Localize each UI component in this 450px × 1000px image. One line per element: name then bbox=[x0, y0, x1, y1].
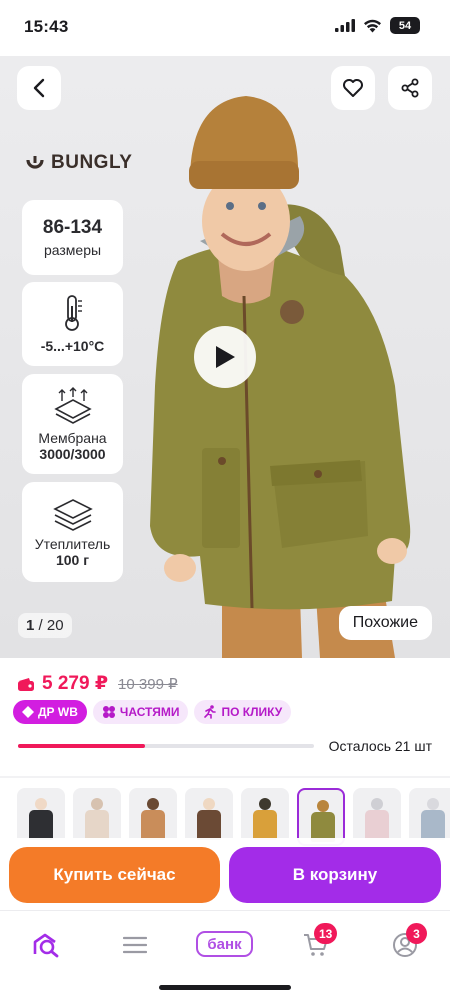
home-search-icon bbox=[33, 933, 59, 958]
thumbnail-coat bbox=[421, 810, 445, 840]
product-gallery[interactable]: BUNGLY 86-134 размеры -5...+10°C Мембран… bbox=[0, 56, 450, 658]
status-bar: 15:43 54 bbox=[0, 0, 450, 56]
bottom-tab-bar: банк 13 3 bbox=[0, 910, 450, 1000]
cellular-signal-icon bbox=[335, 19, 355, 32]
thumbnail-coat bbox=[197, 810, 221, 840]
image-counter: 1 / 20 bbox=[18, 613, 72, 638]
thumbnail-head bbox=[427, 798, 439, 810]
brand-logo[interactable]: BUNGLY bbox=[26, 152, 132, 174]
battery-indicator: 54 bbox=[390, 17, 420, 34]
badge-dr-wb-label: ДР WB bbox=[38, 705, 78, 719]
brand-name: BUNGLY bbox=[51, 152, 133, 173]
stock-remaining: Осталось 21 шт bbox=[328, 738, 432, 754]
thumbnail-coat bbox=[253, 810, 277, 840]
play-icon bbox=[216, 346, 235, 368]
add-to-cart-button[interactable]: В корзину bbox=[229, 847, 441, 903]
brand-mark-icon bbox=[26, 156, 44, 169]
thumbnail-head bbox=[259, 798, 271, 810]
feature-temperature-caption: -5...+10°C bbox=[40, 338, 105, 354]
insulation-icon bbox=[52, 498, 93, 531]
feature-sizes-caption: размеры bbox=[43, 242, 102, 258]
image-counter-total: / 20 bbox=[38, 617, 64, 634]
heart-icon bbox=[343, 79, 363, 97]
thermometer-icon bbox=[64, 295, 82, 331]
feature-sizes: 86-134 размеры bbox=[22, 200, 123, 275]
status-icons: 54 bbox=[335, 17, 420, 34]
buy-now-button[interactable]: Купить сейчас bbox=[9, 847, 220, 903]
badge-installments-label: ЧАСТЯМИ bbox=[119, 705, 180, 719]
badge-one-click-label: ПО КЛИКУ bbox=[221, 705, 283, 719]
similar-button[interactable]: Похожие bbox=[338, 606, 432, 640]
badge-dr-wb[interactable]: ДР WB bbox=[13, 700, 87, 724]
running-person-icon bbox=[204, 705, 217, 719]
tab-home[interactable] bbox=[26, 929, 66, 961]
thumbnail-coat bbox=[29, 810, 53, 840]
badge-one-click[interactable]: ПО КЛИКУ bbox=[194, 700, 292, 724]
share-button[interactable] bbox=[388, 66, 432, 110]
favorite-button[interactable] bbox=[331, 66, 375, 110]
purchase-actions: Купить сейчас В корзину bbox=[0, 838, 450, 910]
thumbnail-head bbox=[317, 800, 329, 812]
thumbnail-head bbox=[371, 798, 383, 810]
tag-icon bbox=[22, 706, 34, 718]
thumbnail-head bbox=[203, 798, 215, 810]
thumbnail-coat bbox=[365, 810, 389, 840]
menu-icon bbox=[123, 936, 147, 954]
feature-insulation-value: 100 г bbox=[55, 551, 90, 568]
wallet-icon bbox=[18, 677, 34, 691]
tab-catalog[interactable] bbox=[115, 929, 155, 961]
promo-badges: ДР WB ЧАСТЯМИ ПО КЛИКУ bbox=[13, 700, 292, 724]
badge-installments[interactable]: ЧАСТЯМИ bbox=[92, 700, 189, 724]
feature-sizes-value: 86-134 bbox=[42, 217, 103, 238]
feature-membrane-value: 3000/3000 bbox=[39, 445, 106, 462]
share-icon bbox=[401, 78, 419, 98]
thumbnail-head bbox=[91, 798, 103, 810]
stock-progress-fill bbox=[18, 744, 146, 748]
current-price: 5 279 ₽ bbox=[42, 673, 109, 694]
feature-membrane: Мембрана 3000/3000 bbox=[22, 374, 123, 474]
price-row: 5 279 ₽ 10 399 ₽ bbox=[18, 672, 178, 695]
tab-bank[interactable]: банк bbox=[196, 931, 253, 957]
image-counter-current: 1 bbox=[26, 617, 35, 634]
play-video-button[interactable] bbox=[194, 326, 256, 388]
thumbnail-coat bbox=[141, 810, 165, 840]
profile-notification-badge: 3 bbox=[406, 923, 427, 944]
thumbnail-coat bbox=[85, 810, 109, 840]
feature-membrane-caption: Мембрана bbox=[38, 429, 107, 446]
stock-progress-bar bbox=[18, 744, 314, 748]
back-button[interactable] bbox=[17, 66, 61, 110]
thumbnail-head bbox=[35, 798, 47, 810]
membrane-icon bbox=[53, 386, 92, 424]
wifi-icon bbox=[364, 19, 381, 32]
home-indicator bbox=[159, 985, 291, 990]
cart-count-badge: 13 bbox=[314, 923, 338, 944]
feature-temperature: -5...+10°C bbox=[22, 282, 123, 366]
split-payment-icon bbox=[102, 706, 115, 718]
feature-insulation-caption: Утеплитель bbox=[34, 535, 111, 552]
feature-insulation: Утеплитель 100 г bbox=[22, 482, 123, 582]
status-time: 15:43 bbox=[24, 17, 69, 36]
old-price: 10 399 ₽ bbox=[118, 675, 178, 693]
thumbnail-head bbox=[147, 798, 159, 810]
price-panel: 5 279 ₽ 10 399 ₽ ДР WB ЧАСТЯМИ ПО КЛИКУ … bbox=[0, 658, 450, 776]
chevron-left-icon bbox=[33, 78, 45, 98]
